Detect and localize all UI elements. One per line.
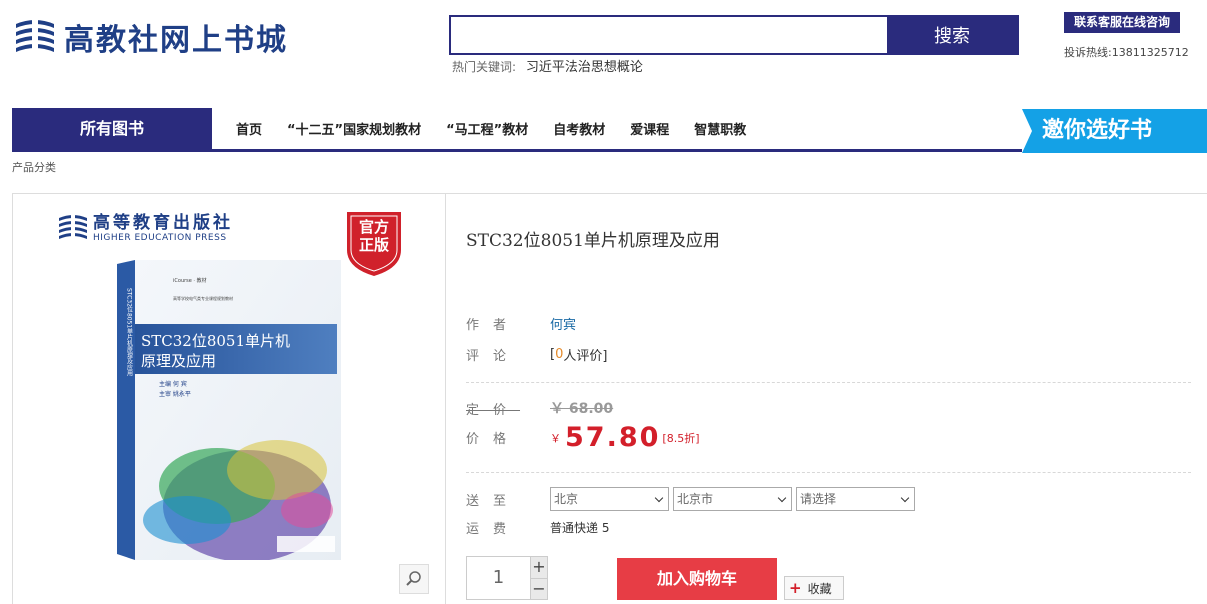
site-logo[interactable]: 高教社网上书城: [12, 14, 288, 60]
hot-keywords: 热门关键词: 习近平法治思想概论: [452, 56, 643, 75]
magnifier-icon: [406, 571, 421, 586]
quantity-stepper: 1 + −: [466, 556, 548, 600]
review-count[interactable]: 0: [555, 347, 563, 362]
breadcrumb[interactable]: 产品分类: [12, 159, 56, 175]
nav-item-home[interactable]: 首页: [236, 119, 262, 138]
author-link[interactable]: 何宾: [550, 314, 576, 333]
review-suffix: 人评价]: [563, 349, 608, 364]
plus-icon: +: [789, 579, 802, 597]
info-divider-2: [466, 472, 1191, 473]
cover-title-line-1: STC32位8051单片机: [141, 332, 290, 350]
search-button[interactable]: 搜索: [887, 17, 1017, 53]
press-logo-icon: [59, 212, 87, 240]
complaint-hotline: 投诉热线:13811325712: [1064, 46, 1189, 59]
cover-top-text-1: iCourse · 教材: [173, 277, 207, 284]
freight-row: 运费 普通快递 5: [466, 518, 609, 537]
product-image-panel: 高等教育出版社 HIGHER EDUCATION PRESS 官方 正版 iCo…: [12, 194, 446, 604]
ship-to-row: 送至 北京 北京市 请选择: [466, 487, 915, 511]
add-to-cart-button[interactable]: 加入购物车: [617, 558, 777, 600]
price-label: 价格: [466, 432, 521, 447]
cover-title-line-2: 原理及应用: [141, 352, 216, 370]
hot-keywords-label: 热门关键词:: [452, 60, 517, 74]
site-name: 高教社网上书城: [64, 23, 288, 58]
discount-badge: [8.5折]: [662, 431, 700, 445]
publisher-name-en: HIGHER EDUCATION PRESS: [93, 233, 227, 243]
nav-item-icourse[interactable]: 爱课程: [630, 119, 669, 138]
zoom-button[interactable]: [399, 564, 429, 594]
author-row: 作者 何宾: [466, 314, 576, 333]
district-select[interactable]: 请选择: [796, 487, 915, 511]
city-select[interactable]: 北京市: [673, 487, 792, 511]
hot-keyword-link[interactable]: 习近平法治思想概论: [526, 60, 643, 75]
nav-item-smart-vocational[interactable]: 智慧职教: [694, 119, 746, 138]
review-label: 评论: [466, 349, 521, 364]
list-price: ￥ 68.00: [550, 401, 614, 417]
sale-price: 57.80: [565, 422, 661, 453]
nav-item-self-study[interactable]: 自考教材: [553, 119, 605, 138]
badge-line-2: 正版: [358, 236, 389, 254]
all-books-menu[interactable]: 所有图书: [12, 108, 212, 152]
badge-line-1: 官方: [358, 218, 389, 236]
product-title: STC32位8051单片机原理及应用: [466, 231, 720, 251]
quantity-plus-button[interactable]: +: [531, 557, 547, 579]
cover-spine-text: STC32位8051单片机原理及应用: [126, 288, 133, 377]
search-input[interactable]: [451, 17, 887, 53]
shipping-method: 普通快递 5: [550, 521, 610, 535]
favorite-label: 收藏: [807, 582, 832, 596]
review-row: 评论 [ 0 人评价]: [466, 345, 607, 364]
favorite-button[interactable]: + 收藏: [784, 576, 844, 600]
ship-to-label: 送至: [466, 493, 521, 509]
info-divider-1: [466, 382, 1191, 383]
quantity-minus-button[interactable]: −: [531, 578, 547, 599]
freight-label: 运费: [466, 522, 521, 537]
publisher-logo: 高等教育出版社 HIGHER EDUCATION PRESS: [57, 208, 233, 243]
price-row: 价格 ￥ 57.80 [8.5折]: [466, 422, 699, 453]
search-bar: 搜索: [449, 15, 1019, 55]
list-price-label: 定价: [466, 402, 521, 418]
currency-symbol: ￥: [550, 431, 561, 445]
list-price-row: 定价 ￥ 68.00: [466, 398, 613, 418]
nav-item-mgc[interactable]: “马工程”教材: [446, 119, 528, 138]
publisher-name-cn: 高等教育出版社: [93, 213, 233, 233]
invite-banner[interactable]: 邀你选好书: [1022, 109, 1207, 153]
quantity-input[interactable]: 1: [467, 557, 530, 599]
online-service-button[interactable]: 联系客服在线咨询: [1064, 12, 1180, 33]
nav-item-national-plan[interactable]: “十二五”国家规划教材: [287, 119, 421, 138]
cover-editor: 主编 何 宾: [159, 380, 187, 388]
official-badge: 官方 正版: [345, 210, 403, 278]
author-label: 作者: [466, 318, 521, 333]
cover-reviewer: 主审 姚永平: [159, 390, 191, 398]
book-cover-image[interactable]: iCourse · 教材 高等学校电气类专业课程规划教材 STC32位8051单…: [117, 260, 341, 560]
province-select[interactable]: 北京: [550, 487, 669, 511]
book-logo-icon: [16, 18, 54, 56]
cover-top-text-2: 高等学校电气类专业课程规划教材: [173, 295, 233, 301]
main-nav: 首页 “十二五”国家规划教材 “马工程”教材 自考教材 爱课程 智慧职教: [236, 108, 746, 148]
